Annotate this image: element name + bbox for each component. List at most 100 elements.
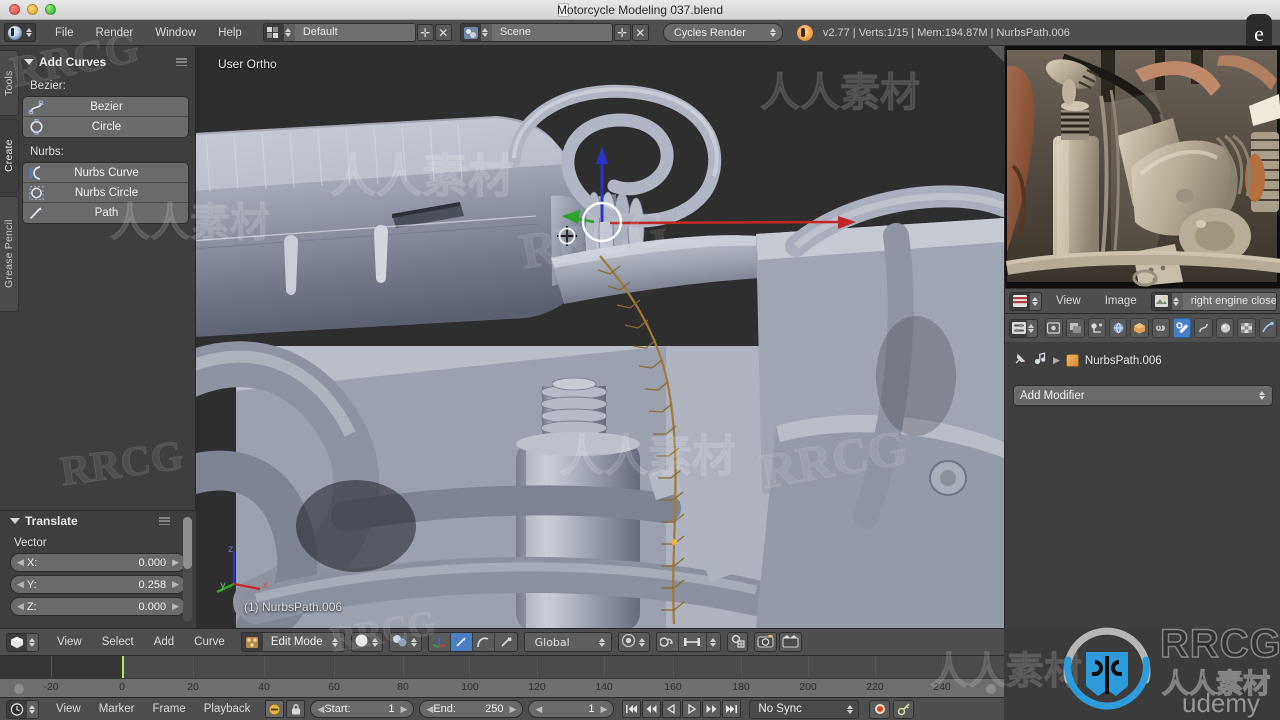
pin-icon[interactable] <box>1013 352 1027 369</box>
manipulator-enable-toggle[interactable] <box>428 633 451 651</box>
timeline-scrollbar-right-handle[interactable] <box>986 684 996 694</box>
timeline-menu-marker[interactable]: Marker <box>90 701 144 717</box>
snap-element-icon[interactable] <box>678 633 707 651</box>
timeline-playhead[interactable] <box>122 656 124 678</box>
delete-screen-button[interactable]: ✕ <box>434 24 452 41</box>
world-tab-icon[interactable] <box>1108 318 1128 338</box>
interaction-mode-selector[interactable]: Edit Mode <box>240 632 345 652</box>
render-image-button[interactable] <box>753 632 777 652</box>
timeline-editor[interactable]: -20 0 20 40 60 80 100 120 140 160 180 20… <box>0 655 1004 698</box>
lock-time-button[interactable] <box>286 700 306 718</box>
timeline-scrollbar-left-handle[interactable] <box>14 684 24 694</box>
frame-end-field[interactable]: ◀ End: 250 ▶ <box>419 700 524 718</box>
use-preview-range-button[interactable] <box>265 700 285 718</box>
snap-group[interactable] <box>655 632 721 652</box>
image-editor-menu-view[interactable]: View <box>1046 293 1091 309</box>
chevron-right-icon[interactable]: ▶ <box>172 601 179 612</box>
translate-x-field[interactable]: ◀ X: 0.000 ▶ <box>10 553 186 572</box>
timeline-track[interactable] <box>0 656 1004 678</box>
auto-keyframe-button[interactable] <box>869 699 891 719</box>
menu-file[interactable]: File <box>44 25 85 41</box>
translate-z-value[interactable]: 0.000 <box>139 601 167 613</box>
jump-to-end-button[interactable] <box>722 700 742 718</box>
timeline-menu-playback[interactable]: Playback <box>195 701 260 717</box>
object-data-icon[interactable] <box>1033 352 1047 369</box>
sync-mode-selector[interactable]: No Sync <box>749 699 860 719</box>
next-keyframe-button[interactable] <box>702 700 722 718</box>
translate-manipulator-toggle[interactable] <box>450 633 473 651</box>
proportional-edit-selector[interactable] <box>617 632 650 652</box>
translate-x-value[interactable]: 0.000 <box>139 557 167 569</box>
tab-grease-pencil[interactable]: Grease Pencil <box>0 196 19 312</box>
add-nurbs-curve-button[interactable]: Nurbs Curve <box>23 163 188 183</box>
scene-name[interactable]: Scene <box>491 24 612 41</box>
image-editor-type-selector[interactable] <box>1009 291 1042 311</box>
material-tab-icon[interactable] <box>1215 318 1235 338</box>
render-tab-icon[interactable] <box>1044 318 1064 338</box>
jump-to-start-button[interactable] <box>622 700 642 718</box>
screen-layout-name[interactable]: Default <box>294 24 415 41</box>
previous-keyframe-button[interactable] <box>642 700 662 718</box>
scene-selector[interactable]: Scene <box>459 23 613 42</box>
texture-tab-icon[interactable] <box>1237 318 1256 338</box>
timeline-menu-view[interactable]: View <box>47 701 90 717</box>
add-scene-button[interactable]: ✛ <box>613 24 631 41</box>
render-engine-selector[interactable]: Cycles Render <box>662 23 783 42</box>
add-bezier-button[interactable]: Bezier <box>23 97 188 117</box>
add-nurbs-circle-button[interactable]: Nurbs Circle <box>23 183 188 203</box>
manipulator-toggle-group[interactable] <box>427 632 518 652</box>
render-layers-tab-icon[interactable] <box>1066 318 1085 338</box>
add-modifier-button[interactable]: Add Modifier <box>1013 385 1273 406</box>
tool-shelf-tabs[interactable]: Tools Create Grease Pencil <box>0 50 20 315</box>
translate-z-field[interactable]: ◀ Z: 0.000 ▶ <box>10 597 186 616</box>
operator-panel-scrollbar[interactable] <box>183 517 192 621</box>
viewport-3d[interactable]: User Ortho (1) NurbsPath.006 x y z <box>196 46 1004 628</box>
data-tab-icon[interactable] <box>1194 318 1213 338</box>
chevron-right-icon[interactable]: ▶ <box>600 704 607 715</box>
editor-type-info-button[interactable] <box>4 23 36 42</box>
translate-panel-header[interactable]: Translate <box>0 511 196 531</box>
scene-tab-icon[interactable] <box>1087 318 1106 338</box>
snap-magnet-icon[interactable] <box>656 633 679 651</box>
chevron-right-icon[interactable]: ▶ <box>400 704 407 715</box>
view3d-menu-select[interactable]: Select <box>92 634 144 650</box>
tab-tools[interactable]: Tools <box>0 50 19 116</box>
timeline-editor-type-selector[interactable] <box>6 699 39 719</box>
delete-scene-button[interactable]: ✕ <box>631 24 649 41</box>
tab-create[interactable]: Create <box>0 119 19 193</box>
chevron-left-icon[interactable]: ◀ <box>535 704 542 715</box>
viewport-corner-handle[interactable] <box>988 46 1004 62</box>
pivot-point-selector[interactable] <box>388 632 422 652</box>
menu-render[interactable]: Render <box>85 25 145 41</box>
frame-start-value[interactable]: 1 <box>388 703 394 715</box>
object-tab-icon[interactable] <box>1130 318 1149 338</box>
view3d-menu-add[interactable]: Add <box>144 634 184 650</box>
playback-controls[interactable] <box>622 700 742 718</box>
add-screen-button[interactable]: ✛ <box>416 24 434 41</box>
scale-manipulator-toggle[interactable] <box>494 633 517 651</box>
image-datablock-selector[interactable]: right engine close <box>1150 291 1277 311</box>
chevron-left-icon[interactable]: ◀ <box>17 557 24 568</box>
current-frame-field[interactable]: ◀ 1 ▶ <box>528 700 615 718</box>
info-menubar[interactable]: File Render Window Help <box>44 25 253 41</box>
image-name-field[interactable]: right engine close <box>1182 292 1276 310</box>
snap-target-selector[interactable] <box>726 632 748 652</box>
particles-tab-icon[interactable] <box>1258 318 1278 338</box>
chevron-right-icon[interactable]: ▶ <box>172 557 179 568</box>
viewport-shading-selector[interactable] <box>350 632 383 652</box>
chevron-updown-icon[interactable] <box>706 633 720 651</box>
menu-help[interactable]: Help <box>207 25 253 41</box>
image-editor-canvas[interactable] <box>1005 46 1280 288</box>
chevron-right-icon[interactable]: ▶ <box>509 704 516 715</box>
add-bezier-circle-button[interactable]: Circle <box>23 117 188 137</box>
properties-editor-type-selector[interactable] <box>1009 318 1038 338</box>
chevron-left-icon[interactable]: ◀ <box>317 704 324 715</box>
image-editor-menu-image[interactable]: Image <box>1095 293 1147 309</box>
timeline-ruler[interactable]: -20 0 20 40 60 80 100 120 140 160 180 20… <box>0 678 1004 698</box>
modifiers-tab-icon[interactable] <box>1173 318 1192 338</box>
chevron-right-icon[interactable]: ▶ <box>172 579 179 590</box>
play-reverse-button[interactable] <box>662 700 682 718</box>
screen-layout-selector[interactable]: Default <box>262 23 416 42</box>
view3d-menu-curve[interactable]: Curve <box>184 634 235 650</box>
constraints-tab-icon[interactable] <box>1151 318 1171 338</box>
